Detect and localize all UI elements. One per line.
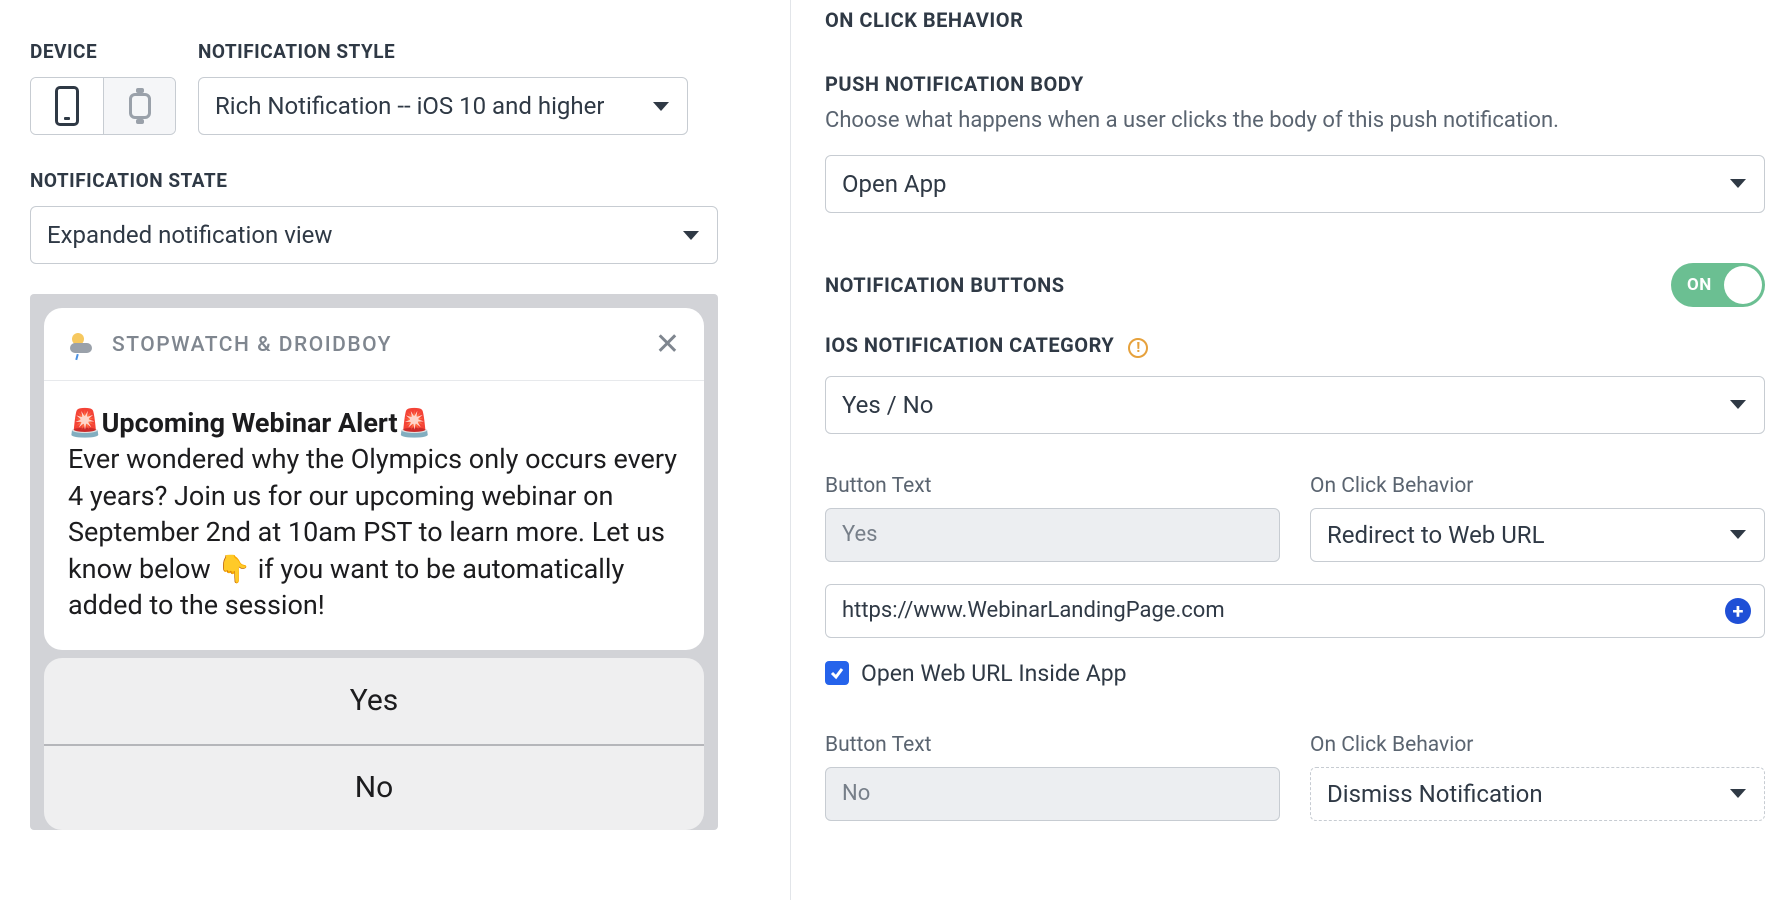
open-inside-app-checkbox[interactable] xyxy=(825,661,849,685)
chevron-down-icon xyxy=(683,231,699,240)
on-click-behavior-label: On Click Behavior xyxy=(1310,474,1765,498)
chevron-down-icon xyxy=(1730,789,1746,798)
chevron-down-icon xyxy=(1730,400,1746,409)
device-label: DEVICE xyxy=(30,40,176,63)
notification-actions: Yes No xyxy=(44,658,704,830)
push-body-select[interactable]: Open App xyxy=(825,155,1765,213)
add-variable-button[interactable]: + xyxy=(1725,598,1751,624)
chevron-down-icon xyxy=(653,102,669,111)
notification-state-label: NOTIFICATION STATE xyxy=(30,169,750,192)
button1-behavior-select[interactable]: Redirect to Web URL xyxy=(1310,508,1765,562)
watch-icon xyxy=(129,93,151,119)
button2-text-input[interactable] xyxy=(825,767,1280,821)
toggle-on-label: ON xyxy=(1687,275,1712,295)
notification-card: STOPWATCH & DROIDBOY ✕ 🚨Upcoming Webinar… xyxy=(44,308,704,650)
open-inside-app-row[interactable]: Open Web URL Inside App xyxy=(825,660,1765,687)
push-body-description: Choose what happens when a user clicks t… xyxy=(825,106,1765,137)
button-text-label: Button Text xyxy=(825,474,1280,498)
info-icon[interactable]: ! xyxy=(1128,338,1148,358)
on-click-behavior-heading: ON CLICK BEHAVIOR xyxy=(825,8,1765,32)
notification-style-label: NOTIFICATION STYLE xyxy=(198,40,750,63)
button-text-label: Button Text xyxy=(825,733,1280,757)
notification-style-select[interactable]: Rich Notification -- iOS 10 and higher xyxy=(198,77,688,135)
notification-buttons-toggle[interactable]: ON xyxy=(1671,263,1765,307)
app-name: STOPWATCH & DROIDBOY xyxy=(112,333,392,357)
button2-behavior-value: Dismiss Notification xyxy=(1327,780,1543,808)
button1-text-input[interactable] xyxy=(825,508,1280,562)
ios-category-heading: IOS NOTIFICATION CATEGORY xyxy=(825,333,1114,357)
notification-body: Ever wondered why the Olympics only occu… xyxy=(68,441,680,623)
ios-category-select[interactable]: Yes / No xyxy=(825,376,1765,434)
close-icon[interactable]: ✕ xyxy=(655,330,680,360)
notification-action-yes[interactable]: Yes xyxy=(44,658,704,744)
notification-action-no[interactable]: No xyxy=(44,744,704,830)
push-body-heading: PUSH NOTIFICATION BODY xyxy=(825,72,1765,96)
on-click-behavior-label: On Click Behavior xyxy=(1310,733,1765,757)
notification-state-value: Expanded notification view xyxy=(47,221,332,249)
push-body-value: Open App xyxy=(842,170,947,198)
ios-category-value: Yes / No xyxy=(842,391,933,419)
open-inside-app-label: Open Web URL Inside App xyxy=(861,660,1127,687)
notification-preview: STOPWATCH & DROIDBOY ✕ 🚨Upcoming Webinar… xyxy=(30,294,718,830)
chevron-down-icon xyxy=(1730,530,1746,539)
phone-icon xyxy=(55,86,79,126)
device-toggle[interactable] xyxy=(30,77,176,135)
panel-divider xyxy=(790,0,791,900)
device-watch-button[interactable] xyxy=(103,78,175,134)
toggle-knob xyxy=(1724,266,1762,304)
notification-title: 🚨Upcoming Webinar Alert🚨 xyxy=(68,405,680,441)
notification-state-select[interactable]: Expanded notification view xyxy=(30,206,718,264)
notification-buttons-heading: NOTIFICATION BUTTONS xyxy=(825,273,1065,297)
notification-style-value: Rich Notification -- iOS 10 and higher xyxy=(215,92,604,120)
device-phone-button[interactable] xyxy=(31,78,103,134)
chevron-down-icon xyxy=(1730,179,1746,188)
app-icon xyxy=(68,333,96,357)
button1-behavior-value: Redirect to Web URL xyxy=(1327,521,1545,549)
button1-url-input[interactable] xyxy=(825,584,1765,638)
check-icon xyxy=(829,665,845,681)
button2-behavior-select[interactable]: Dismiss Notification xyxy=(1310,767,1765,821)
